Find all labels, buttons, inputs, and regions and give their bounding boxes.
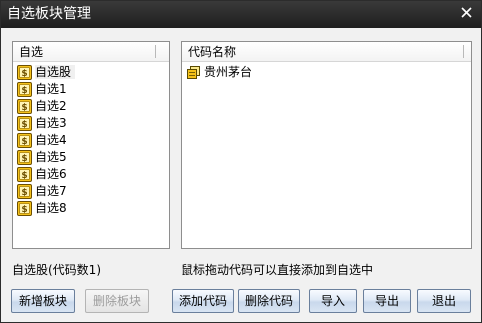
block-item-label: 自选7: [35, 184, 67, 198]
dollar-icon: $: [17, 150, 32, 165]
block-list-panel[interactable]: 自选 $ 自选股 $ 自选1 $ 自选2 $ 自选3 $ 自选4 $ 自选5 $…: [12, 41, 170, 249]
block-item-label: 自选股: [35, 65, 76, 79]
block-item[interactable]: $ 自选2: [17, 98, 75, 115]
svg-text:$: $: [21, 120, 27, 130]
block-list-header-label: 自选: [19, 45, 44, 59]
block-item[interactable]: $ 自选5: [17, 149, 75, 166]
dollar-icon: $: [17, 65, 32, 80]
svg-text:$: $: [21, 137, 27, 147]
block-list-header[interactable]: 自选: [13, 42, 169, 62]
add-code-button[interactable]: 添加代码: [172, 289, 234, 313]
code-list-header[interactable]: 代码名称: [182, 42, 471, 62]
block-item-label: 自选5: [35, 150, 67, 164]
svg-text:$: $: [21, 103, 27, 113]
block-item-label: 自选1: [35, 82, 67, 96]
dollar-icon: $: [17, 82, 32, 97]
stock-icon: [187, 66, 200, 79]
block-item[interactable]: $ 自选4: [17, 132, 75, 149]
title-bar[interactable]: 自选板块管理: [1, 1, 481, 28]
code-list-header-label: 代码名称: [188, 45, 237, 59]
svg-text:$: $: [21, 154, 27, 164]
svg-text:$: $: [21, 86, 27, 96]
block-item-label: 自选8: [35, 201, 67, 215]
dollar-icon: $: [17, 133, 32, 148]
dollar-icon: $: [17, 184, 32, 199]
new-block-button[interactable]: 新增板块: [11, 289, 75, 313]
column-divider[interactable]: [463, 45, 464, 58]
block-status: 自选股(代码数1): [12, 263, 101, 277]
column-divider[interactable]: [155, 45, 156, 58]
block-item[interactable]: $ 自选1: [17, 81, 75, 98]
block-item-label: 自选2: [35, 99, 67, 113]
exit-button[interactable]: 退出: [417, 289, 471, 313]
dollar-icon: $: [17, 167, 32, 182]
delete-code-button[interactable]: 删除代码: [238, 289, 300, 313]
dollar-icon: $: [17, 201, 32, 216]
svg-text:$: $: [21, 171, 27, 181]
code-item-label: 贵州茅台: [204, 65, 253, 79]
drag-hint: 鼠标拖动代码可以直接添加到自选中: [181, 263, 374, 277]
code-list: 贵州茅台: [186, 64, 252, 81]
block-item[interactable]: $ 自选6: [17, 166, 75, 183]
delete-block-button[interactable]: 删除板块: [85, 289, 149, 313]
block-item-label: 自选3: [35, 116, 67, 130]
dialog-window: 自选板块管理 自选 $ 自选股 $ 自选1 $ 自选2 $ 自选3 $ 自选4 …: [0, 0, 482, 323]
import-button[interactable]: 导入: [309, 289, 357, 313]
svg-text:$: $: [21, 205, 27, 215]
dollar-icon: $: [17, 99, 32, 114]
code-list-panel[interactable]: 代码名称 贵州茅台: [181, 41, 472, 249]
block-list: $ 自选股 $ 自选1 $ 自选2 $ 自选3 $ 自选4 $ 自选5 $ 自选…: [17, 64, 76, 217]
dollar-icon: $: [17, 116, 32, 131]
block-item[interactable]: $ 自选8: [17, 200, 75, 217]
block-item[interactable]: $ 自选3: [17, 115, 75, 132]
export-button[interactable]: 导出: [363, 289, 411, 313]
block-item[interactable]: $ 自选股: [17, 64, 76, 81]
svg-text:$: $: [21, 188, 27, 198]
block-item-label: 自选4: [35, 133, 67, 147]
block-item[interactable]: $ 自选7: [17, 183, 75, 200]
window-title: 自选板块管理: [7, 6, 91, 22]
block-item-label: 自选6: [35, 167, 67, 181]
svg-text:$: $: [21, 69, 27, 79]
close-icon[interactable]: [459, 5, 475, 21]
code-item[interactable]: 贵州茅台: [186, 64, 252, 81]
